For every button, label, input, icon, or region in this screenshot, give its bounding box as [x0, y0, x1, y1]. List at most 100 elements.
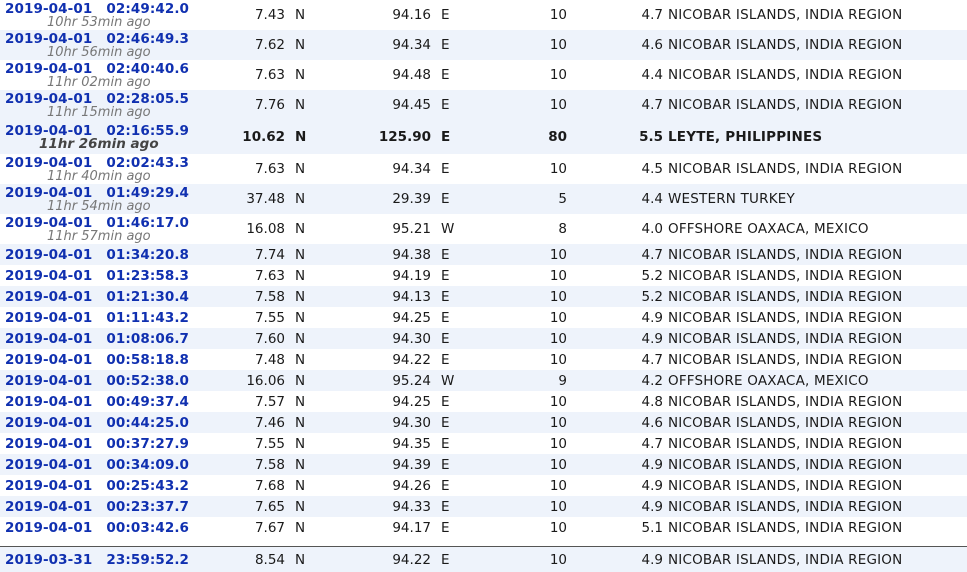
magnitude-cell: 4.6	[567, 412, 663, 433]
depth-cell: 10	[471, 349, 567, 370]
magnitude-cell: 4.2	[567, 370, 663, 391]
datetime-link[interactable]: 2019-04-0100:34:09.0	[5, 458, 222, 472]
region-cell: NICOBAR ISLANDS, INDIA REGION	[663, 547, 967, 572]
latitude-cell: 16.08	[222, 214, 285, 244]
table-row: 2019-04-0101:34:20.8 7.74 N 94.38 E 10 4…	[0, 244, 967, 265]
datetime-link[interactable]: 2019-03-3123:59:52.2	[5, 553, 222, 567]
datetime-cell: 2019-04-01 00:37:27.9	[0, 433, 222, 454]
datetime-link[interactable]: 2019-04-0101:46:17.0	[5, 216, 222, 230]
longitude-cell: 94.22	[325, 547, 431, 572]
region-cell: NICOBAR ISLANDS, INDIA REGION	[663, 154, 967, 184]
datetime-link[interactable]: 2019-04-0102:02:43.3	[5, 156, 222, 170]
depth-cell: 10	[471, 517, 567, 538]
magnitude-cell: 4.9	[567, 307, 663, 328]
date-text: 2019-04-01	[5, 436, 92, 452]
datetime-link[interactable]: 2019-04-0100:49:37.4	[5, 395, 222, 409]
magnitude-cell: 4.9	[567, 475, 663, 496]
datetime-link[interactable]: 2019-04-0100:03:42.6	[5, 521, 222, 535]
lat-direction: N	[285, 120, 325, 154]
datetime-cell: 2019-04-0100:58:18.8	[0, 349, 222, 370]
table-row: 2019-04-0101:49:29.411hr 54min ago 37.48…	[0, 184, 967, 214]
time-text: 00:25:43.2	[106, 478, 189, 494]
datetime-link[interactable]: 2019-04-0101:08:06.7	[5, 332, 222, 346]
lat-direction: N	[285, 547, 325, 572]
datetime-link[interactable]: 2019-04-01 01:34:20.8	[5, 248, 222, 262]
lat-direction: N	[285, 214, 325, 244]
magnitude-cell: 5.1	[567, 517, 663, 538]
table-row: 2019-04-0101:21:30.4 7.58 N 94.13 E 10 5…	[0, 286, 967, 307]
lat-direction: N	[285, 475, 325, 496]
region-cell: NICOBAR ISLANDS, INDIA REGION	[663, 454, 967, 475]
lat-direction: N	[285, 90, 325, 120]
date-text: 2019-04-01	[5, 415, 92, 431]
time-text: 01:11:43.2	[106, 310, 189, 326]
lat-direction: N	[285, 154, 325, 184]
date-text: 2019-04-01	[5, 247, 92, 263]
lon-direction: E	[431, 517, 471, 538]
datetime-link[interactable]: 2019-04-0101:49:29.4	[5, 186, 222, 200]
datetime-cell: 2019-04-0100:03:42.6	[0, 517, 222, 538]
datetime-link[interactable]: 2019-04-0100:25:43.2	[5, 479, 222, 493]
magnitude-cell: 4.7	[567, 349, 663, 370]
time-ago: 11hr 15min ago	[5, 106, 222, 119]
table-row: 2019-04-0101:11:43.2 7.55 N 94.25 E 10 4…	[0, 307, 967, 328]
datetime-link[interactable]: 2019-04-0101:23:58.3	[5, 269, 222, 283]
longitude-cell: 94.34	[325, 154, 431, 184]
time-text: 01:34:20.8	[106, 247, 189, 263]
longitude-cell: 94.25	[325, 307, 431, 328]
table-row: 2019-04-0100:49:37.4 7.57 N 94.25 E 10 4…	[0, 391, 967, 412]
region-cell: NICOBAR ISLANDS, INDIA REGION	[663, 265, 967, 286]
latitude-cell: 7.63	[222, 265, 285, 286]
datetime-link[interactable]: 2019-04-0102:40:40.6	[5, 62, 222, 76]
depth-cell: 5	[471, 184, 567, 214]
longitude-cell: 94.19	[325, 265, 431, 286]
latitude-cell: 8.54	[222, 547, 285, 572]
datetime-link[interactable]: 2019-04-0102:49:42.0	[5, 2, 222, 16]
lon-direction: E	[431, 154, 471, 184]
datetime-cell: 2019-04-0100:49:37.4	[0, 391, 222, 412]
magnitude-cell: 5.2	[567, 286, 663, 307]
longitude-cell: 94.34	[325, 30, 431, 60]
region-cell: NICOBAR ISLANDS, INDIA REGION	[663, 391, 967, 412]
datetime-cell: 2019-04-0102:49:42.010hr 53min ago	[0, 0, 222, 30]
region-cell: WESTERN TURKEY	[663, 184, 967, 214]
lat-direction: N	[285, 307, 325, 328]
datetime-cell: 2019-04-0102:28:05.511hr 15min ago	[0, 90, 222, 120]
region-cell: NICOBAR ISLANDS, INDIA REGION	[663, 349, 967, 370]
datetime-link[interactable]: 2019-04-0100:44:25.0	[5, 416, 222, 430]
datetime-cell: 2019-04-01 01:34:20.8	[0, 244, 222, 265]
datetime-link[interactable]: 2019-04-0102:28:05.5	[5, 92, 222, 106]
magnitude-cell: 4.7	[567, 244, 663, 265]
table-row: 2019-04-0102:02:43.311hr 40min ago 7.63 …	[0, 154, 967, 184]
datetime-cell: 2019-04-0101:11:43.2	[0, 307, 222, 328]
time-text: 00:37:27.9	[106, 436, 189, 452]
datetime-link[interactable]: 2019-04-0101:21:30.4	[5, 290, 222, 304]
region-cell: NICOBAR ISLANDS, INDIA REGION	[663, 433, 967, 454]
longitude-cell: 94.38	[325, 244, 431, 265]
time-ago: 11hr 54min ago	[5, 200, 222, 213]
longitude-cell: 94.16	[325, 0, 431, 30]
depth-cell: 10	[471, 433, 567, 454]
date-text: 2019-04-01	[5, 289, 92, 305]
time-text: 00:23:37.7	[106, 499, 189, 515]
table-row: 2019-04-0100:25:43.2 7.68 N 94.26 E 10 4…	[0, 475, 967, 496]
datetime-cell: 2019-04-0102:46:49.310hr 56min ago	[0, 30, 222, 60]
depth-cell: 10	[471, 547, 567, 572]
lon-direction: E	[431, 475, 471, 496]
longitude-cell: 94.45	[325, 90, 431, 120]
time-ago: 11hr 02min ago	[5, 76, 222, 89]
lon-direction: E	[431, 60, 471, 90]
latitude-cell: 7.68	[222, 475, 285, 496]
datetime-link[interactable]: 2019-04-0100:52:38.0	[5, 374, 222, 388]
datetime-link[interactable]: 2019-04-0100:58:18.8	[5, 353, 222, 367]
datetime-link[interactable]: 2019-04-0101:11:43.2	[5, 311, 222, 325]
depth-cell: 10	[471, 286, 567, 307]
longitude-cell: 94.26	[325, 475, 431, 496]
datetime-link[interactable]: 2019-04-01 00:37:27.9	[5, 437, 222, 451]
latitude-cell: 7.46	[222, 412, 285, 433]
datetime-link[interactable]: 2019-04-0102:46:49.3	[5, 32, 222, 46]
date-text: 2019-04-01	[5, 499, 92, 515]
datetime-link[interactable]: 2019-04-01 00:23:37.7	[5, 500, 222, 514]
lon-direction: E	[431, 433, 471, 454]
datetime-cell: 2019-04-0101:46:17.011hr 57min ago	[0, 214, 222, 244]
